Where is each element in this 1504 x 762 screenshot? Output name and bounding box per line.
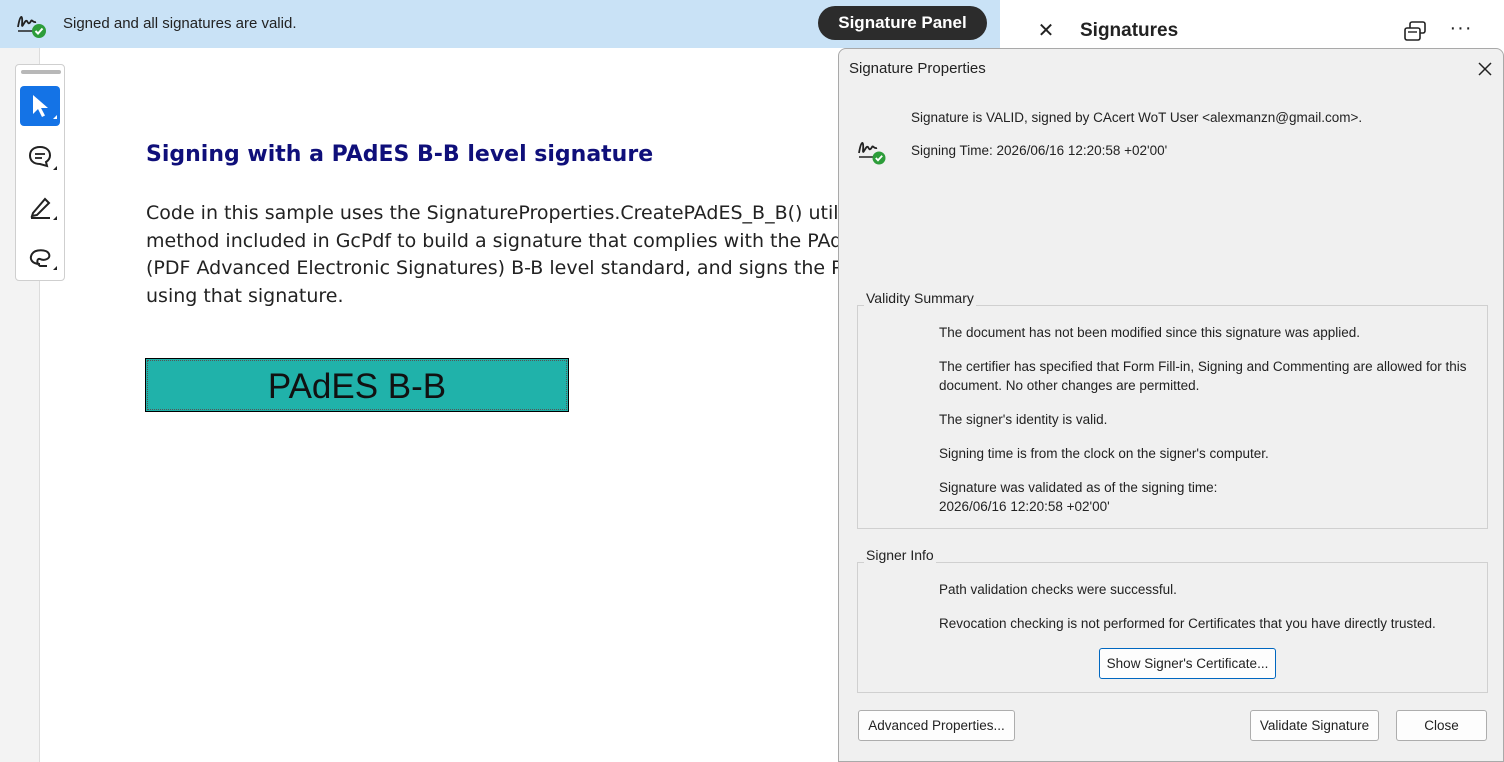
- document-body-line: using that signature.: [146, 284, 344, 307]
- validity-line: The signer's identity is valid.: [939, 412, 1108, 427]
- banner-message: Signed and all signatures are valid.: [63, 15, 297, 32]
- close-icon[interactable]: [1474, 58, 1496, 80]
- signature-status-text: Signature is VALID, signed by CAcert WoT…: [911, 110, 1363, 125]
- more-options-icon[interactable]: ···: [1448, 18, 1474, 44]
- document-body-line: (PDF Advanced Electronic Signatures) B-B…: [146, 257, 869, 279]
- signature-panel-button[interactable]: Signature Panel: [818, 6, 987, 40]
- document-body-line: method included in GcPdf to build a sign…: [146, 229, 867, 252]
- document-body: Code in this sample uses the SignaturePr…: [146, 200, 869, 310]
- document-body-line: Code in this sample uses the SignaturePr…: [146, 202, 863, 224]
- dialog-title: Signature Properties: [849, 60, 986, 77]
- select-icon: [33, 95, 57, 119]
- validity-line: The certifier has specified that Form Fi…: [939, 359, 1467, 393]
- validity-line: 2026/06/16 12:20:58 +02'00': [939, 499, 1110, 514]
- draw-icon: [30, 197, 57, 220]
- validity-line: Signature was validated as of the signin…: [939, 480, 1218, 495]
- signer-info-line: Path validation checks were successful.: [939, 582, 1177, 597]
- validity-line: Signing time is from the clock on the si…: [939, 446, 1269, 461]
- document-heading: Signing with a PAdES B-B level signature: [146, 142, 654, 167]
- signature-field-label: PAdES B-B: [267, 367, 447, 406]
- validity-line: The document has not been modified since…: [939, 325, 1361, 340]
- signature-valid-icon: [855, 135, 889, 167]
- lasso-tool-button[interactable]: [20, 237, 60, 277]
- signing-time-text: Signing Time: 2026/06/16 12:20:58 +02'00…: [911, 143, 1168, 158]
- signer-info-label: Signer Info: [864, 547, 936, 563]
- signature-field[interactable]: PAdES B-B: [145, 358, 569, 412]
- draw-tool-button[interactable]: [20, 187, 60, 227]
- signature-status-banner: Signed and all signatures are valid. Sig…: [0, 0, 1000, 48]
- signature-valid-icon: [14, 7, 48, 39]
- close-button[interactable]: Close: [1396, 710, 1487, 741]
- signatures-panel-title: Signatures: [1080, 20, 1179, 41]
- select-tool-button[interactable]: [20, 86, 60, 126]
- advanced-properties-button[interactable]: Advanced Properties...: [858, 710, 1015, 741]
- validate-signature-button[interactable]: Validate Signature: [1250, 710, 1379, 741]
- show-signer-certificate-button[interactable]: Show Signer's Certificate...: [1099, 648, 1276, 679]
- toolbar-grip-handle[interactable]: [21, 70, 61, 74]
- signer-info-line: Revocation checking is not performed for…: [939, 616, 1436, 631]
- validity-summary-label: Validity Summary: [864, 290, 976, 306]
- add-comment-icon: [28, 145, 57, 170]
- close-icon[interactable]: ✕: [1036, 20, 1056, 42]
- lasso-icon: [29, 249, 57, 270]
- cascade-windows-icon[interactable]: [1402, 18, 1428, 44]
- add-comment-tool-button[interactable]: [20, 137, 60, 177]
